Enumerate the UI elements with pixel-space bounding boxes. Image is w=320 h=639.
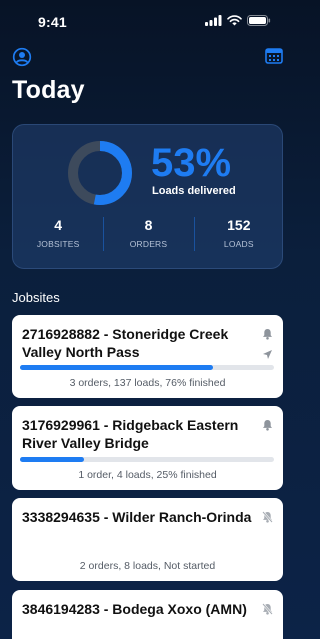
stat-label: ORDERS [129,239,168,249]
stat-value: 8 [144,217,153,233]
status-icons [205,13,271,31]
jobsite-card[interactable]: 3846194283 - Bodega Xoxo (AMN) [12,590,283,639]
progress-fill [20,457,84,462]
jobsite-title: 3846194283 - Bodega Xoxo (AMN) [22,601,247,617]
jobsite-title: 2716928882 - Stoneridge Creek Valley Nor… [22,326,229,360]
page-title: Today [12,76,85,104]
stat-orders: 8 ORDERS [103,215,193,255]
jobsite-meta: 2 orders, 8 loads, Not started [79,560,216,572]
bell-slash-icon[interactable] [262,602,273,620]
bell-slash-icon[interactable] [262,510,273,528]
progress-gauge [68,141,132,205]
jobsite-card[interactable]: 3338294635 - Wilder Ranch-Orinda 2 order… [12,498,283,581]
stat-loads: 152 LOADS [193,215,284,255]
summary-card: 53% Loads delivered 4 JOBSITES 8 ORDERS … [12,124,283,269]
jobsite-card[interactable]: 2716928882 - Stoneridge Creek Valley Nor… [12,315,283,398]
wifi-icon [227,13,242,31]
stat-value: 4 [54,217,63,233]
section-title: Jobsites [12,290,60,305]
stat-label: JOBSITES [36,239,80,249]
status-time: 9:41 [38,14,67,30]
jobsite-title: 3176929961 - Ridgeback Eastern River Val… [22,417,239,451]
calendar-icon[interactable] [265,47,283,70]
progress-bar [20,457,274,462]
progress-bar [20,365,274,370]
status-bar: 9:41 [0,0,295,44]
stats-row: 4 JOBSITES 8 ORDERS 152 LOADS [13,215,284,255]
stat-label: LOADS [223,239,254,249]
jobsite-title: 3338294635 - Wilder Ranch-Orinda [22,509,252,525]
stat-value: 152 [227,217,251,233]
progress-fill [20,365,214,370]
delivered-label: Loads delivered [152,185,236,197]
bell-icon[interactable] [262,327,273,345]
navigation-arrow-icon[interactable] [262,347,273,365]
battery-icon [247,13,271,31]
jobsite-card[interactable]: 3176929961 - Ridgeback Eastern River Val… [12,406,283,490]
bell-icon[interactable] [262,418,273,436]
top-bar [12,47,283,69]
stat-jobsites: 4 JOBSITES [13,215,103,255]
jobsite-meta: 3 orders, 137 loads, 76% finished [69,377,226,389]
signal-icon [205,13,222,31]
profile-icon[interactable] [12,47,32,72]
jobsite-meta: 1 order, 4 loads, 25% finished [78,469,217,481]
delivered-percent: 53% [151,141,232,185]
